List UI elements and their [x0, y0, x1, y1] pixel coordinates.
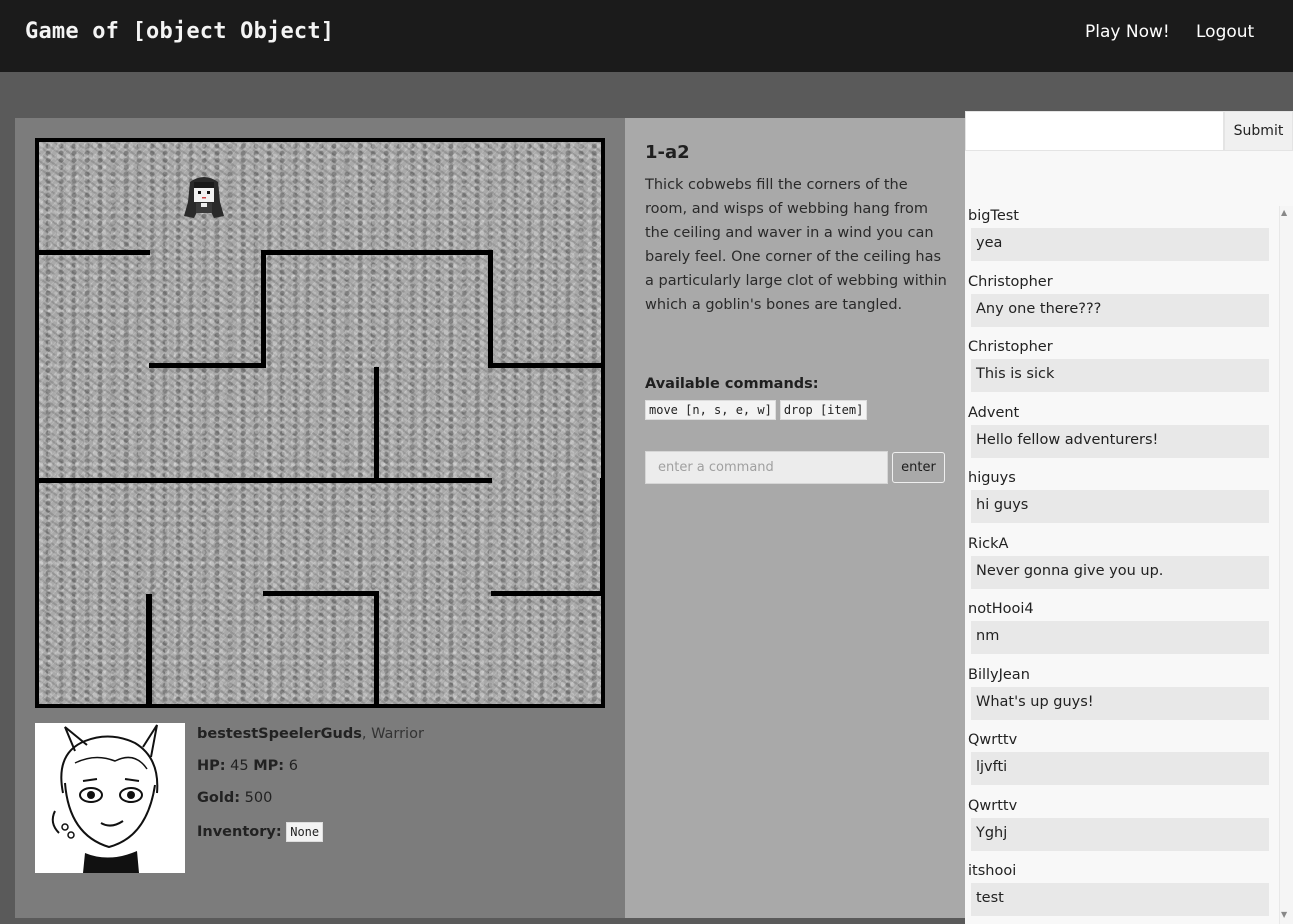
chat-submit-button[interactable]: Submit — [1224, 111, 1293, 151]
chat-message-list[interactable]: bigTest yea Christopher Any one there??? C… — [965, 206, 1279, 924]
player-stats: bestestSpeelerGuds, Warrior HP: 45 MP: 6… — [197, 726, 424, 854]
player-name-line: bestestSpeelerGuds, Warrior — [197, 726, 424, 758]
inventory-line: Inventory: None — [197, 822, 424, 854]
player-class: , Warrior — [361, 726, 424, 742]
scroll-up-icon[interactable]: ▲ — [1281, 208, 1287, 217]
hp-value: 45 — [230, 758, 249, 774]
chat-message: RickA Never gonna give you up. — [965, 534, 1279, 600]
chat-message: Qwrttv ljvfti — [965, 730, 1279, 796]
map-wall — [374, 367, 379, 479]
chat-username: Christopher — [968, 339, 1053, 355]
character-portrait — [35, 723, 185, 873]
room-description: Thick cobwebs fill the corners of the ro… — [645, 177, 947, 313]
player-name: bestestSpeelerGuds — [197, 726, 362, 742]
map-wall — [149, 363, 266, 368]
chat-message: BillyJean What's up guys! — [965, 665, 1279, 731]
logout-link[interactable]: Logout — [1196, 22, 1254, 42]
map-wall — [39, 250, 150, 255]
chat-message: itshooi test — [965, 861, 1279, 924]
chat-username: Qwrttv — [968, 732, 1018, 748]
chat-message: notHooi4 nm — [965, 599, 1279, 665]
map-wall — [261, 250, 266, 368]
map-wall — [488, 250, 493, 368]
hp-mp-line: HP: 45 MP: 6 — [197, 758, 424, 790]
chat-message: bigTest yea — [965, 206, 1279, 272]
top-navbar: Game of [object Object] Play Now! Logout — [0, 0, 1293, 72]
chat-message: Advent Hello fellow adventurers! — [965, 403, 1279, 469]
mp-value: 6 — [288, 758, 298, 774]
chat-username: itshooi — [968, 863, 1017, 879]
room-title: 1-a2 — [645, 142, 690, 163]
scroll-down-icon[interactable]: ▼ — [1281, 910, 1287, 919]
commands-title: Available commands: — [645, 376, 819, 392]
map-wall — [374, 594, 379, 708]
chat-username: Christopher — [968, 273, 1053, 290]
chat-text: This is sick — [971, 359, 1269, 392]
chat-input[interactable] — [965, 111, 1224, 151]
map-wall — [263, 591, 379, 596]
command-move: move [n, s, e, w] — [645, 400, 776, 420]
chat-message: higuys hi guys — [965, 468, 1279, 534]
chat-username: higuys — [968, 470, 1016, 486]
chat-username: Qwrttv — [968, 797, 1018, 814]
chat-text: test — [971, 883, 1269, 916]
map-wall — [600, 478, 605, 595]
chat-text: Hello fellow adventurers! — [971, 424, 1269, 458]
map-wall — [488, 363, 605, 368]
chat-text: hi guys — [971, 490, 1269, 523]
chat-text: Never gonna give you up. — [971, 555, 1269, 589]
dungeon-map — [35, 138, 605, 708]
chat-text: What's up guys! — [971, 686, 1269, 720]
map-wall — [261, 250, 493, 255]
player-sprite-icon — [184, 177, 224, 218]
chat-text: Any one there??? — [971, 293, 1269, 327]
inventory-label: Inventory: — [197, 824, 282, 840]
hp-label: HP: — [197, 758, 226, 774]
command-drop: drop [item] — [779, 400, 868, 420]
chat-username: Advent — [968, 404, 1020, 421]
map-wall — [146, 594, 152, 708]
app-title[interactable]: Game of [object Object] — [25, 19, 334, 44]
chat-username: bigTest — [968, 208, 1019, 224]
inventory-value: None — [286, 822, 324, 842]
chat-message: Christopher This is sick — [965, 337, 1279, 403]
chat-username: RickA — [968, 535, 1009, 552]
command-input[interactable] — [645, 451, 888, 484]
chat-message: Qwrttv Yghj — [965, 796, 1279, 862]
gold-value: 500 — [244, 790, 273, 806]
chat-username: notHooi4 — [968, 601, 1034, 617]
chat-text: yea — [971, 228, 1269, 261]
chat-text: nm — [971, 621, 1269, 654]
gold-line: Gold: 500 — [197, 790, 424, 822]
mp-label: MP: — [253, 758, 285, 774]
chat-text: Yghj — [971, 817, 1269, 851]
chat-username: BillyJean — [968, 666, 1030, 683]
commands-list: move [n, s, e, w] drop [item] — [645, 400, 868, 420]
gold-label: Gold: — [197, 790, 241, 806]
chat-text: ljvfti — [971, 752, 1269, 785]
map-wall — [39, 478, 492, 483]
chat-message: Christopher Any one there??? — [965, 272, 1279, 338]
enter-button[interactable]: enter — [892, 452, 945, 483]
chat-scrollbar[interactable] — [1279, 206, 1293, 924]
map-wall — [491, 591, 605, 596]
play-now-link[interactable]: Play Now! — [1085, 22, 1170, 42]
